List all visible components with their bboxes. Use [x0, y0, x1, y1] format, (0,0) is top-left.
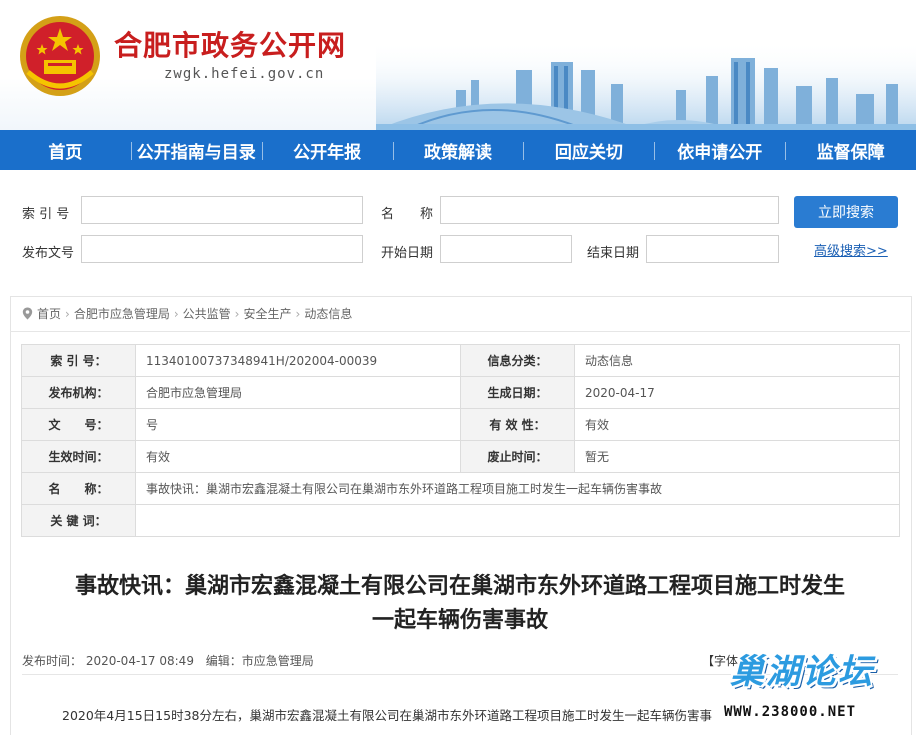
- breadcrumb-dynamic-info[interactable]: 动态信息: [304, 305, 352, 322]
- breadcrumb-separator: ›: [234, 306, 240, 321]
- meta-value: 动态信息: [574, 344, 900, 377]
- article-body: 2020年4月15日15时38分左右，巢湖市宏鑫混凝土有限公司在巢湖市东外环道路…: [62, 708, 712, 723]
- breadcrumb: 首页 › 合肥市应急管理局 › 公共监管 › 安全生产 › 动态信息: [22, 305, 352, 322]
- advanced-search-link[interactable]: 高级搜索>>: [814, 240, 888, 259]
- national-emblem-icon: [20, 16, 100, 96]
- meta-key: 有 效 性：: [460, 408, 575, 441]
- breadcrumb-separator: ›: [295, 306, 301, 321]
- meta-value: 合肥市应急管理局: [135, 376, 461, 409]
- meta-value: 11340100737348941H/202004-00039: [135, 344, 461, 377]
- location-pin-icon: [22, 307, 33, 320]
- breadcrumb-safety-production[interactable]: 安全生产: [243, 305, 291, 322]
- name-label: 名 称: [381, 207, 434, 222]
- search-button[interactable]: 立即搜索: [794, 196, 898, 228]
- meta-value: 2020-04-17: [574, 376, 900, 409]
- site-header: 合肥市政务公开网 zwgk.hefei.gov.cn: [0, 0, 916, 130]
- meta-value: 事故快讯：巢湖市宏鑫混凝土有限公司在巢湖市东外环道路工程项目施工时发生一起车辆伤…: [135, 472, 900, 505]
- publish-time: 发布时间： 2020-04-17 08:49: [22, 654, 194, 668]
- table-row: 名 称： 事故快讯：巢湖市宏鑫混凝土有限公司在巢湖市东外环道路工程项目施工时发生…: [21, 472, 900, 505]
- name-input[interactable]: [440, 196, 779, 224]
- nav-request-disclosure[interactable]: 依申请公开: [654, 138, 785, 163]
- doc-no-label: 发布文号: [22, 246, 75, 261]
- breadcrumb-separator: ›: [65, 306, 70, 321]
- city-skyline-banner: [376, 40, 916, 130]
- meta-key: 发布机构：: [21, 376, 136, 409]
- doc-no-input[interactable]: [81, 235, 363, 263]
- start-date-label: 开始日期: [381, 246, 434, 261]
- table-row: 关 键 词：: [21, 504, 900, 537]
- meta-key: 生成日期：: [460, 376, 575, 409]
- watermark-url: WWW.238000.NET: [724, 704, 857, 720]
- index-input[interactable]: [81, 196, 363, 224]
- article-title-line: 事故快讯：巢湖市宏鑫混凝土有限公司在巢湖市东外环道路工程项目施工时发生: [74, 574, 845, 599]
- index-label: 索 引 号: [22, 207, 70, 222]
- table-row: 发布机构： 合肥市应急管理局 生成日期： 2020-04-17: [21, 376, 900, 409]
- breadcrumb-separator: ›: [173, 306, 179, 321]
- nav-guide-catalog[interactable]: 公开指南与目录: [130, 138, 262, 163]
- meta-key: 关 键 词：: [21, 504, 136, 537]
- editor: 编辑：市应急管理局: [205, 654, 314, 668]
- meta-value: 有效: [574, 408, 900, 441]
- table-row: 索 引 号： 11340100737348941H/202004-00039 信…: [21, 344, 900, 377]
- meta-value: [135, 504, 900, 537]
- table-row: 文 号： 号 有 效 性： 有效: [21, 408, 900, 441]
- breadcrumb-bureau[interactable]: 合肥市应急管理局: [74, 305, 170, 322]
- meta-key: 生效时间：: [21, 440, 136, 473]
- meta-value: 暂无: [574, 440, 900, 473]
- breadcrumb-public-regulation[interactable]: 公共监管: [183, 305, 231, 322]
- end-date-input[interactable]: [646, 235, 779, 263]
- end-date-label: 结束日期: [587, 246, 640, 261]
- meta-key: 名 称：: [21, 472, 136, 505]
- article-title: 事故快讯：巢湖市宏鑫混凝土有限公司在巢湖市东外环道路工程项目施工时发生 一起车辆…: [22, 570, 898, 638]
- start-date-input[interactable]: [440, 235, 572, 263]
- site-url: zwgk.hefei.gov.cn: [164, 66, 325, 82]
- article-meta: 发布时间： 2020-04-17 08:49 编辑：市应急管理局: [22, 652, 314, 669]
- nav-response[interactable]: 回应关切: [523, 138, 654, 163]
- meta-value: 号: [135, 408, 461, 441]
- document-meta-table: 索 引 号： 11340100737348941H/202004-00039 信…: [21, 344, 900, 537]
- article-title-line: 一起车辆伤害事故: [371, 608, 548, 633]
- watermark-logo: 巢湖论坛: [730, 652, 874, 692]
- meta-key: 索 引 号：: [21, 344, 136, 377]
- table-row: 生效时间： 有效 废止时间： 暂无: [21, 440, 900, 473]
- meta-key: 废止时间：: [460, 440, 575, 473]
- nav-annual-report[interactable]: 公开年报: [261, 138, 393, 163]
- meta-key: 文 号：: [21, 408, 136, 441]
- nav-home[interactable]: 首页: [0, 138, 131, 163]
- breadcrumb-home[interactable]: 首页: [37, 305, 61, 322]
- main-nav: 首页 公开指南与目录 公开年报 政策解读 回应关切 依申请公开 监督保障: [0, 130, 916, 170]
- nav-supervision[interactable]: 监督保障: [785, 138, 916, 163]
- nav-policy-interpretation[interactable]: 政策解读: [392, 138, 524, 163]
- meta-key: 信息分类：: [460, 344, 575, 377]
- breadcrumb-divider: [10, 331, 910, 332]
- meta-value: 有效: [135, 440, 461, 473]
- site-title[interactable]: 合肥市政务公开网: [114, 24, 346, 64]
